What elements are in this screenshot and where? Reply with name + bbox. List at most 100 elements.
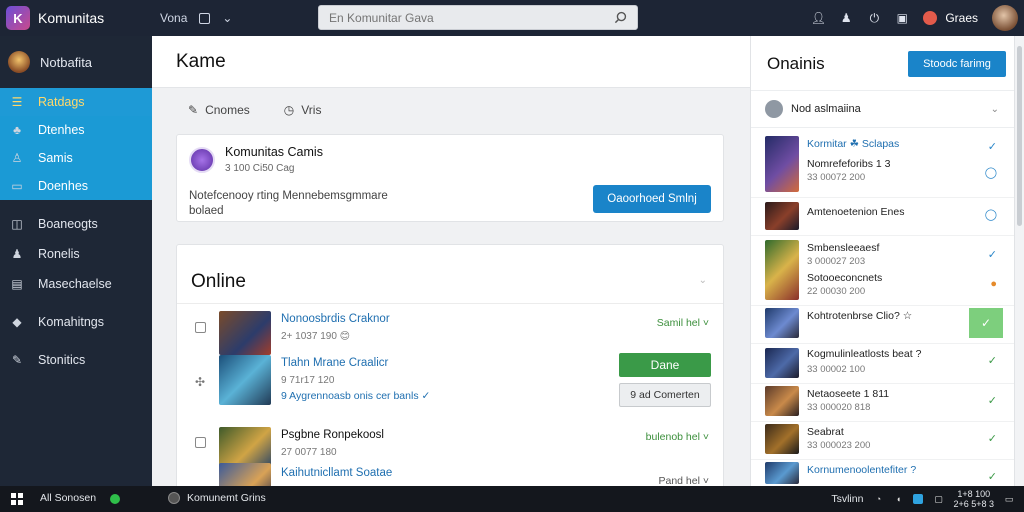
check-icon[interactable]: ✓ [988,248,997,261]
sidebar-item-ratdags[interactable]: ☰ Ratdags [0,88,152,116]
group-name[interactable]: Komunitas Camis [225,145,323,159]
item-sub: 33 00072 200 [807,172,866,183]
tab-bar: ✎ Cnomes ◷ Vris [152,88,750,132]
power-icon[interactable]: ⏻ [867,11,881,25]
sidebar-item-stonitics[interactable]: ✎ Stonitics [0,346,152,374]
system-tray: Tsvlinn ◔ ◖ ▢ 1+8 100 2+6 5+8 3 ▭ [831,486,1014,512]
scrollbar[interactable] [1014,36,1024,486]
person-icon: ♟ [11,247,23,261]
taskbar-app[interactable]: Komunemt Grins [168,492,266,504]
check-icon[interactable]: ◯ [985,166,997,179]
user-icon[interactable]: 👤︎ [811,11,826,25]
sidebar-item-dtenhes[interactable]: ♣ Dtenhes [0,116,152,144]
row-status-dropdown[interactable]: Samil hel ˅ [657,317,709,329]
item-thumbnail [765,348,799,378]
add-comment-button[interactable]: 9 ad Comerten [619,383,711,407]
item-thumbnail [765,308,799,338]
item-sub: 33 000020 818 [807,402,871,413]
scrollbar-thumb[interactable] [1017,46,1022,226]
game-thumbnail[interactable] [219,311,271,355]
check-icon[interactable]: ✓ [988,470,997,483]
brand[interactable]: K Komunitas [0,6,160,30]
check-icon[interactable]: ◯ [985,208,997,221]
tag-icon: ◆ [12,315,22,329]
top-right-tools: 👤︎ ♟ ⏻ ▣ Graes [811,0,1018,36]
sidebar-item-masechaelse[interactable]: ▤ Masechaelse [0,270,152,298]
drag-handle-icon[interactable]: ✣ [195,375,205,389]
group-action-button[interactable]: Oaoorhoed Smlnj [593,185,711,213]
user-status-icon [923,11,938,25]
list-item[interactable]: Smbensleeaesf 3 000027 203 ✓ Sotooeconcn… [751,236,1015,306]
tab-cnomes[interactable]: ✎ Cnomes [188,103,250,117]
list-item[interactable]: Kormitar ☘ Sclapas ✓ Nomrefeforibs 1 3 3… [751,128,1015,198]
row-title[interactable]: Nonoosbrdis Craknor [281,313,390,325]
right-panel-button[interactable]: Stoodc farimg [908,51,1006,77]
search-icon[interactable] [614,11,627,24]
cloud-icon[interactable] [913,494,924,504]
check-icon[interactable]: ✓ [988,354,997,367]
selected-check-icon[interactable]: ✓ [969,308,1003,338]
user-name[interactable]: Graes [945,11,978,25]
sidebar-item-label: Boaneogts [38,217,98,231]
sidebar-item-label: Doenhes [38,179,89,193]
avatar[interactable] [992,5,1018,31]
list-item[interactable]: Amtenoetenion Enes ◯ [751,198,1015,236]
chat-app-icon[interactable] [110,494,120,504]
sort-dropdown[interactable]: Nod aslmaiina ⌄ [751,90,1015,128]
row-checkbox[interactable] [195,322,206,333]
sidebar-item-komahitngs[interactable]: ◆ Komahitngs [0,308,152,336]
friends-icon[interactable]: ♟ [839,11,853,25]
list-item[interactable]: Seabrat 33 000023 200 ✓ [751,422,1015,460]
row-note: 9 Aygrennoasb onis cer banls ✓ [281,390,431,402]
sidebar-item-label: Stonitics [38,353,86,367]
game-thumbnail[interactable] [219,355,271,405]
list-item[interactable]: Kornumenoolentefiter ? ✓ [751,460,1015,486]
item-sub: 22 00030 200 [807,286,866,297]
sidebar-item-doenhes[interactable]: ▭ Doenhes [0,172,152,200]
row-status-dropdown[interactable]: bulenob hel ˅ [646,431,709,443]
group-stats: 3 100 Ci50 Cag [225,163,295,174]
clock-icon: ◷ [283,103,295,117]
sidebar-divider [0,200,152,210]
windows-start-icon[interactable] [11,493,23,505]
chevron-down-icon[interactable]: ⌄ [699,275,707,286]
chat-bubble-icon[interactable]: ▭ [1004,494,1014,504]
network-icon[interactable]: ◔ [873,494,883,504]
taskbar-search[interactable]: All Sonosen [40,492,96,504]
chevron-down-icon[interactable]: ⌄ [222,11,232,25]
check-icon[interactable]: ✓ [988,394,997,407]
check-icon[interactable]: ✓ [988,432,997,445]
row-checkbox[interactable] [195,437,206,448]
row-sub: 2+ 1037 190 😊 [281,331,351,342]
sidebar-profile[interactable]: Notbafita [0,36,152,88]
sort-icon [765,100,783,118]
top-bar: K Komunitas Vona ⌄ 👤︎ ♟ ⏻ ▣ Graes [0,0,1024,36]
window-icon[interactable]: ▣ [895,11,909,25]
row-title[interactable]: Tlahn Mrane Craalicr [281,357,388,369]
item-sub: 33 000023 200 [807,440,871,451]
grid-icon[interactable] [199,12,211,24]
right-panel-title: Onainis [767,54,825,73]
clock[interactable]: 1+8 100 2+6 5+8 3 [953,489,994,509]
sidebar-item-ronelis[interactable]: ♟ Ronelis [0,240,152,268]
media-icon: ▤ [11,277,23,291]
list-item[interactable]: Kogmulinleatlosts beat ? 33 00002 100 ✓ [751,344,1015,384]
online-title: Online [191,271,246,292]
list-item[interactable]: Kohtrotenbrse Clio? ☆ ✓ [751,306,1015,344]
status-icon[interactable]: ● [990,278,997,290]
tab-vris[interactable]: ◷ Vris [284,103,322,117]
row-title[interactable]: Kaihutnicllamt Soatae [281,467,392,479]
row-title[interactable]: Psgbne Ronpekoosl [281,429,384,441]
check-icon[interactable]: ✓ [988,140,997,153]
top-nav-link[interactable]: Vona [160,11,187,25]
item-thumbnail [765,462,799,484]
sidebar-item-samis[interactable]: ♙ Samis [0,144,152,172]
search-input[interactable] [319,10,599,25]
notification-icon[interactable]: ▢ [933,494,943,504]
divider [177,303,723,304]
done-button[interactable]: Dane [619,353,711,377]
list-item[interactable]: Netaoseete 1 811 33 000020 818 ✓ [751,384,1015,422]
sidebar-item-boaneogts[interactable]: ◫ Boaneogts [0,210,152,238]
item-title: Kormitar ☘ Sclapas [807,138,900,150]
volume-icon[interactable]: ◖ [893,494,903,504]
